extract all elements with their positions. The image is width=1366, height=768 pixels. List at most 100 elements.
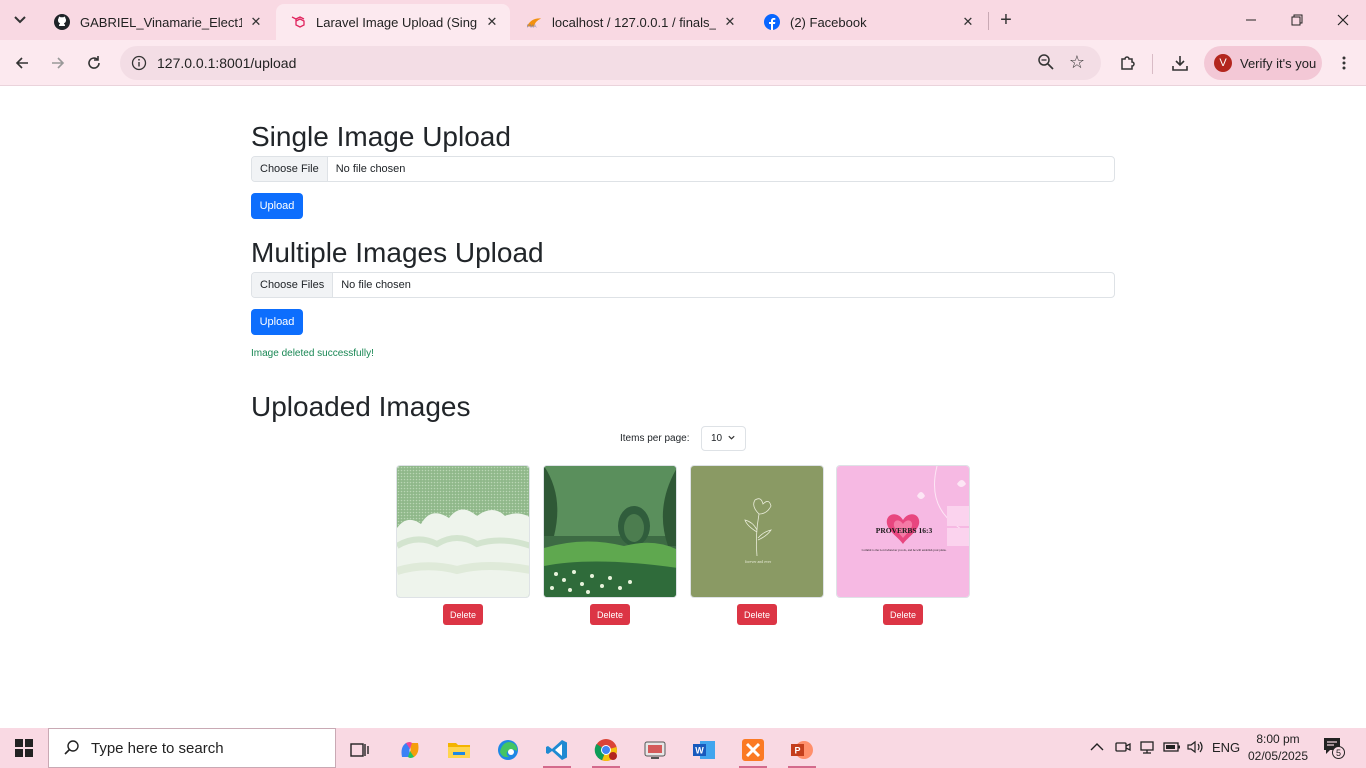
powerpoint-app[interactable]: P <box>782 732 822 768</box>
volume-icon[interactable] <box>1187 740 1205 757</box>
profile-verify-button[interactable]: V Verify it's you <box>1204 46 1322 80</box>
single-file-input[interactable]: Choose File No file chosen <box>251 156 1115 182</box>
puzzle-icon <box>1121 56 1135 70</box>
chrome-app[interactable] <box>586 732 626 768</box>
clock-date: 02/05/2025 <box>1247 749 1309 763</box>
downloads-button[interactable] <box>1166 49 1194 77</box>
items-per-page-select[interactable]: 10 <box>701 426 746 451</box>
edge-app[interactable] <box>488 732 528 768</box>
powerpoint-icon: P <box>791 741 813 759</box>
items-per-page-label: Items per page: <box>620 433 690 444</box>
start-button[interactable] <box>0 728 48 768</box>
tab-phpmyadmin[interactable]: PMA localhost / 127.0.0.1 / finals_act ✕ <box>512 4 748 40</box>
tab-github[interactable]: GABRIEL_Vinamarie_Elect1/final ✕ <box>40 4 274 40</box>
choose-file-button[interactable]: Choose File <box>252 157 328 181</box>
arrow-left-icon <box>15 57 28 69</box>
svg-text:PMA: PMA <box>527 23 537 28</box>
file-explorer-app[interactable] <box>439 732 479 768</box>
vscode-icon <box>546 740 567 760</box>
reload-icon <box>88 56 100 69</box>
delete-button[interactable]: Delete <box>590 604 630 625</box>
tab-facebook[interactable]: (2) Facebook ✕ <box>750 4 986 40</box>
svg-text:W: W <box>695 746 704 756</box>
multiple-upload-button[interactable]: Upload <box>251 309 303 335</box>
tab-title: GABRIEL_Vinamarie_Elect1/final <box>80 14 242 30</box>
clouds-green-image <box>396 465 530 598</box>
single-upload-button[interactable]: Upload <box>251 193 303 219</box>
close-window-button[interactable] <box>1320 0 1366 40</box>
tab-separator <box>988 12 989 30</box>
chevron-down-icon <box>14 16 26 24</box>
url-text: 127.0.0.1:8001/upload <box>157 55 297 71</box>
delete-button[interactable]: Delete <box>443 604 483 625</box>
extensions-button[interactable] <box>1114 49 1142 77</box>
image-verse-text: Commit to the Lord whatever you do, and … <box>861 548 947 552</box>
image-caption: forever and ever <box>745 559 772 564</box>
close-icon[interactable]: ✕ <box>248 14 264 30</box>
xampp-app[interactable] <box>733 732 773 768</box>
download-icon <box>1172 56 1188 71</box>
show-hidden-icons-button[interactable] <box>1090 740 1104 755</box>
file-status-text: No file chosen <box>341 279 411 291</box>
copilot-icon <box>401 742 419 758</box>
edge-icon <box>498 740 518 760</box>
task-view-button[interactable] <box>340 732 380 768</box>
new-tab-button[interactable]: + <box>994 8 1018 32</box>
site-info-icon[interactable] <box>130 54 148 72</box>
address-bar[interactable]: 127.0.0.1:8001/upload ☆ <box>120 46 1101 80</box>
taskbar-clock[interactable]: 8:00 pm 02/05/2025 <box>1240 731 1316 765</box>
remote-desktop-app[interactable] <box>635 732 675 768</box>
success-alert: Image deleted successfully! <box>251 348 374 359</box>
copilot-app[interactable] <box>390 732 430 768</box>
notifications-button[interactable]: 5 <box>1322 736 1346 761</box>
close-icon[interactable]: ✕ <box>484 14 500 30</box>
github-icon <box>54 14 70 30</box>
back-button[interactable] <box>8 49 36 77</box>
file-status-text: No file chosen <box>335 163 406 175</box>
chevron-up-icon <box>1090 743 1104 751</box>
tab-search-button[interactable] <box>8 6 32 34</box>
tab-title: (2) Facebook <box>790 14 867 30</box>
monitor-icon <box>644 741 666 759</box>
forest-scene-image <box>543 465 677 598</box>
arrow-right-icon <box>52 57 65 69</box>
windows-logo-icon <box>15 739 33 757</box>
reload-button[interactable] <box>80 49 108 77</box>
bookmark-star-icon[interactable]: ☆ <box>1067 52 1087 72</box>
taskbar-search-box[interactable]: Type here to search <box>48 728 336 768</box>
search-placeholder: Type here to search <box>91 739 224 757</box>
close-icon[interactable]: ✕ <box>722 14 738 30</box>
olive-flower-image: forever and ever <box>690 465 824 598</box>
zoom-icon[interactable] <box>1037 53 1057 73</box>
delete-button[interactable]: Delete <box>883 604 923 625</box>
restore-button[interactable] <box>1274 0 1320 40</box>
proverbs-heart-image: PROVERBS 16:3 Commit to the Lord whateve… <box>836 465 970 598</box>
uploaded-images-heading: Uploaded Images <box>251 391 471 422</box>
chevron-down-icon <box>728 435 735 440</box>
word-app[interactable]: W <box>684 732 724 768</box>
toolbar-divider <box>1152 54 1153 74</box>
search-icon <box>64 740 79 755</box>
browser-menu-button[interactable] <box>1330 49 1358 77</box>
delete-button[interactable]: Delete <box>737 604 777 625</box>
clock-time: 8:00 pm <box>1256 732 1300 746</box>
tab-strip: GABRIEL_Vinamarie_Elect1/final ✕ Laravel… <box>0 0 1366 40</box>
tab-title: Laravel Image Upload (Single + <box>316 14 478 30</box>
choose-files-button[interactable]: Choose Files <box>252 273 334 297</box>
tab-laravel[interactable]: Laravel Image Upload (Single + ✕ <box>276 4 510 40</box>
task-view-icon <box>350 743 369 757</box>
meet-now-icon[interactable] <box>1115 740 1131 757</box>
vscode-app[interactable] <box>537 732 577 768</box>
network-icon[interactable] <box>1139 740 1155 757</box>
battery-icon[interactable] <box>1163 740 1181 757</box>
minimize-button[interactable] <box>1228 0 1274 40</box>
forward-button[interactable] <box>44 49 72 77</box>
language-indicator[interactable]: ENG <box>1212 740 1240 755</box>
browser-toolbar: 127.0.0.1:8001/upload ☆ V Verify it's yo… <box>0 40 1366 86</box>
close-icon[interactable]: ✕ <box>960 14 976 30</box>
close-icon <box>1337 14 1349 26</box>
xampp-icon <box>742 739 764 761</box>
multiple-file-input[interactable]: Choose Files No file chosen <box>251 272 1115 298</box>
laravel-icon <box>290 14 306 30</box>
notification-count-badge: 5 <box>1332 746 1345 759</box>
